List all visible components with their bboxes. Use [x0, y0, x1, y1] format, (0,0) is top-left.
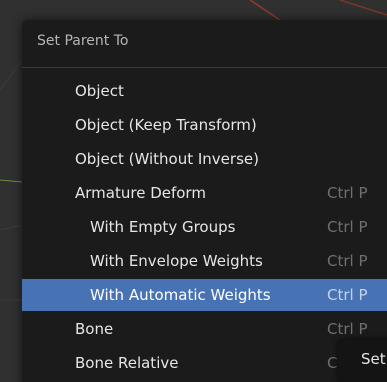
- menu-item-label: Bone: [75, 320, 114, 338]
- menu-item-label: Object (Without Inverse): [75, 150, 259, 168]
- menu-item-label: Object (Keep Transform): [75, 116, 257, 134]
- menu-item-shortcut: C: [327, 354, 338, 372]
- menu-item-with-empty-groups[interactable]: With Empty Groups Ctrl P: [22, 211, 387, 243]
- menu-item-shortcut: Ctrl P: [327, 320, 368, 338]
- menu-item-label: With Automatic Weights: [90, 286, 271, 304]
- menu-item-armature-deform[interactable]: Armature Deform Ctrl P: [22, 177, 387, 209]
- tooltip: Set: [338, 340, 387, 382]
- menu-item-object-keep-transform[interactable]: Object (Keep Transform): [22, 109, 387, 141]
- set-parent-menu: Set Parent To Object Object (Keep Transf…: [22, 20, 387, 382]
- menu-item-with-automatic-weights[interactable]: With Automatic Weights Ctrl P: [22, 279, 387, 311]
- menu-item-with-envelope-weights[interactable]: With Envelope Weights Ctrl P: [22, 245, 387, 277]
- menu-item-shortcut: Ctrl P: [327, 286, 368, 304]
- menu-item-bone[interactable]: Bone Ctrl P: [22, 313, 387, 345]
- menu-item-shortcut: Ctrl P: [327, 184, 368, 202]
- menu-item-shortcut: Ctrl P: [327, 252, 368, 270]
- menu-title: Set Parent To: [37, 33, 129, 49]
- menu-item-object[interactable]: Object: [22, 75, 387, 107]
- menu-item-label: With Empty Groups: [90, 218, 236, 236]
- 3d-viewport[interactable]: Set Parent To Object Object (Keep Transf…: [0, 0, 387, 382]
- menu-item-bone-relative[interactable]: Bone Relative C: [22, 347, 387, 379]
- menu-item-shortcut: Ctrl P: [327, 218, 368, 236]
- menu-item-label: Armature Deform: [75, 184, 206, 202]
- menu-divider: [22, 67, 387, 68]
- menu-item-label: With Envelope Weights: [90, 252, 263, 270]
- menu-item-label: Object: [75, 82, 124, 100]
- menu-item-label: Bone Relative: [75, 354, 179, 372]
- tooltip-text: Set: [361, 350, 386, 368]
- menu-item-object-without-inverse[interactable]: Object (Without Inverse): [22, 143, 387, 175]
